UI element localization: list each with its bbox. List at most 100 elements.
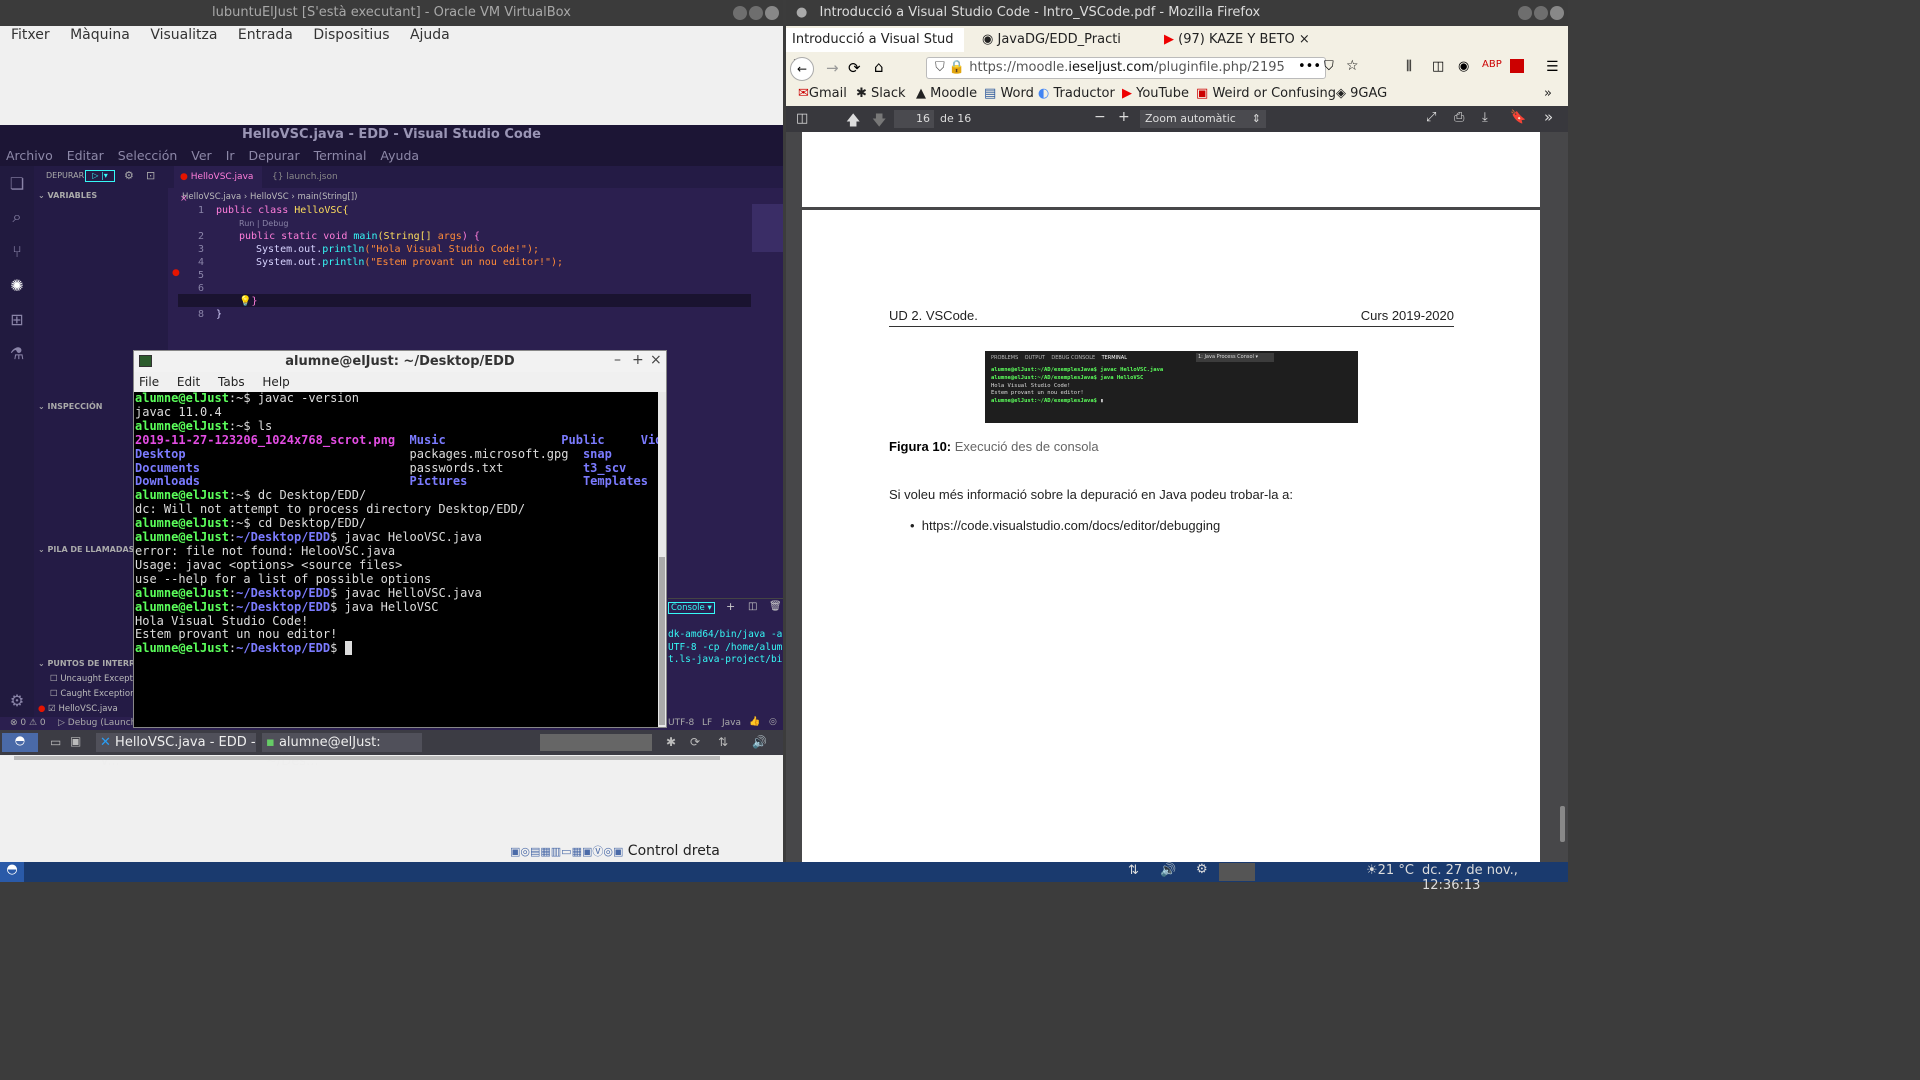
source-control-icon[interactable]: ⑂ (0, 234, 34, 268)
bookmark-icon[interactable]: 🔖 (1510, 110, 1526, 125)
library-icon[interactable]: ⫼ (1406, 59, 1412, 74)
debug-gear-icon[interactable]: ⚙ (124, 169, 134, 182)
bookmark-9gag[interactable]: ◈ 9GAG (1336, 84, 1387, 104)
forward-icon[interactable]: → (826, 59, 839, 77)
minimize-button[interactable] (733, 6, 747, 20)
breadcrumb-method[interactable]: main(String[]) (298, 192, 358, 202)
sidebar-toggle-icon[interactable]: ◫ (796, 111, 808, 126)
menu-ayuda[interactable]: Ayuda (380, 148, 419, 163)
breadcrumb-file[interactable]: HelloVSC.java (182, 192, 241, 202)
network-icon[interactable]: ⇅ (1128, 863, 1139, 878)
tab-launch-json[interactable]: {} launch.json (272, 166, 338, 188)
bookmark-gmail[interactable]: ✉Gmail (798, 84, 847, 104)
split-icon[interactable]: ◫ (748, 601, 757, 612)
prev-page-icon[interactable]: 🡅 (846, 110, 860, 134)
zoom-select[interactable]: Zoom automàtic ⇕ (1140, 110, 1266, 128)
more-bookmarks-icon[interactable]: » (1544, 84, 1552, 104)
menu-dispositius[interactable]: Dispositius (313, 27, 389, 43)
account-icon[interactable]: ◉ (1458, 59, 1469, 74)
breadcrumb-class[interactable]: HelloVSC (250, 192, 289, 202)
tools-icon[interactable]: » (1544, 108, 1553, 126)
file-manager-icon[interactable]: ▣ (70, 734, 81, 748)
breakpoint-dot-icon[interactable]: ● (172, 268, 180, 278)
menu-visualitza[interactable]: Visualitza (150, 27, 217, 43)
hamburger-menu-icon[interactable]: ☰ (1546, 59, 1559, 75)
tab-github[interactable]: ◉ JavaDG/EDD_Practi (976, 28, 1146, 52)
bookmark-weird[interactable]: ▣ Weird or Confusing (1196, 84, 1336, 104)
workspace-switcher[interactable] (540, 734, 652, 751)
breakpoint-file[interactable]: ● ☑ HelloVSC.java (38, 704, 118, 714)
debugging-link[interactable]: • https://code.visualstudio.com/docs/edi… (910, 518, 1220, 533)
bookmark-youtube[interactable]: ▶ YouTube (1122, 84, 1189, 104)
close-button[interactable] (765, 6, 779, 20)
maximize-button[interactable] (749, 6, 763, 20)
close-button[interactable] (1550, 6, 1564, 20)
tab-introduccio[interactable]: Introducció a Visual Stud × (786, 28, 964, 71)
notification-icon[interactable]: ◎ (769, 717, 777, 727)
breakpoint-caught[interactable]: ☐ Caught Exceptions (50, 689, 140, 699)
status-language[interactable]: Java (722, 718, 741, 728)
task-vscode[interactable]: ✕ HelloVSC.java - EDD - V... (96, 733, 256, 769)
bookmark-traductor[interactable]: ◐ Traductor (1038, 84, 1115, 104)
section-variables[interactable]: ⌄ VARIABLES (34, 188, 168, 204)
search-icon[interactable]: ⌕ (0, 200, 34, 234)
settings-icon[interactable]: ⚙ (1196, 862, 1208, 877)
adblock-icon[interactable]: ABP (1482, 59, 1502, 70)
extensions-icon[interactable]: ⊞ (0, 302, 34, 336)
updates-icon[interactable]: ⟳ (690, 735, 700, 749)
menu-depurar[interactable]: Depurar (249, 148, 300, 163)
minimize-button[interactable] (1518, 6, 1532, 20)
lubuntu-menu-icon[interactable]: ◓ (2, 733, 38, 752)
menu-entrada[interactable]: Entrada (238, 27, 293, 43)
show-desktop-icon[interactable]: ▭ (50, 735, 61, 749)
zoom-out-icon[interactable]: − (1094, 109, 1106, 125)
status-problems[interactable]: ⊗ 0 ⚠ 0 (10, 718, 46, 728)
url-bar[interactable]: ⛉ 🔒 https://moodle.ieseljust.com/pluginf… (926, 57, 1326, 79)
test-icon[interactable]: ⚗ (0, 336, 34, 370)
bookmark-star-icon[interactable]: ☆ (1346, 58, 1359, 74)
add-terminal-icon[interactable]: + (726, 600, 735, 613)
menu-file[interactable]: File (139, 375, 159, 389)
minimize-icon[interactable]: – (614, 352, 621, 368)
maximize-icon[interactable]: + (632, 352, 644, 368)
bookmark-moodle[interactable]: ▲ Moodle (916, 84, 977, 104)
menu-terminal[interactable]: Terminal (314, 148, 367, 163)
home-icon[interactable]: ⌂ (874, 58, 884, 76)
clock[interactable]: dc. 27 de nov., 12:36:13 (1422, 863, 1568, 893)
task-terminal[interactable]: ▪ alumne@elJust: ~/Des... (262, 733, 422, 769)
tab-youtube[interactable]: ▶ (97) KAZE Y BETO × (1158, 28, 1328, 52)
volume-icon[interactable]: 🔊 (1160, 863, 1176, 878)
vbox-hscroll[interactable] (14, 756, 720, 760)
trash-icon[interactable]: 🗑 (769, 601, 782, 612)
lightbulb-icon[interactable]: 💡 (239, 296, 251, 307)
menu-seleccion[interactable]: Selección (118, 148, 178, 163)
settings-gear-icon[interactable]: ⚙ (0, 683, 34, 717)
debug-console-icon[interactable]: ⊡ (146, 169, 155, 182)
sidebar-icon[interactable]: ◫ (1432, 59, 1444, 74)
menu-fitxer[interactable]: Fitxer (11, 27, 50, 43)
menu-tabs[interactable]: Tabs (218, 375, 245, 389)
menu-ver[interactable]: Ver (191, 148, 211, 163)
menu-archivo[interactable]: Archivo (6, 148, 53, 163)
pdf-scrollbar[interactable] (1560, 806, 1565, 842)
debug-icon[interactable]: ✺ (0, 268, 34, 302)
next-page-icon[interactable]: 🡇 (872, 110, 886, 134)
presentation-icon[interactable]: ⤢ (1426, 110, 1436, 125)
print-icon[interactable]: ⎙ (1454, 110, 1464, 125)
close-icon[interactable]: × (650, 352, 662, 368)
terminal-scrollbar[interactable] (658, 392, 666, 727)
pocket-icon[interactable]: ⛉ (1324, 59, 1334, 74)
network-icon[interactable]: ⇅ (718, 735, 728, 749)
maximize-button[interactable] (1534, 6, 1548, 20)
vbox-device-icons[interactable]: ▣◎▤▦▥▭▦▣Ⓥ◎▣ (510, 845, 623, 858)
bookmark-slack[interactable]: ✱ Slack (856, 84, 906, 104)
menu-maquina[interactable]: Màquina (70, 27, 130, 43)
codelens-run-debug[interactable]: Run | Debug (216, 217, 736, 230)
explorer-icon[interactable]: ❏ (0, 166, 34, 200)
reload-icon[interactable]: ⟳ (848, 59, 861, 77)
page-actions-icon[interactable]: ••• (1298, 59, 1321, 74)
minimap[interactable] (752, 204, 783, 252)
close-icon[interactable]: × (1299, 32, 1310, 47)
back-icon[interactable]: ← (790, 57, 814, 81)
debug-start-button[interactable]: ▷ |▾ (85, 170, 115, 182)
